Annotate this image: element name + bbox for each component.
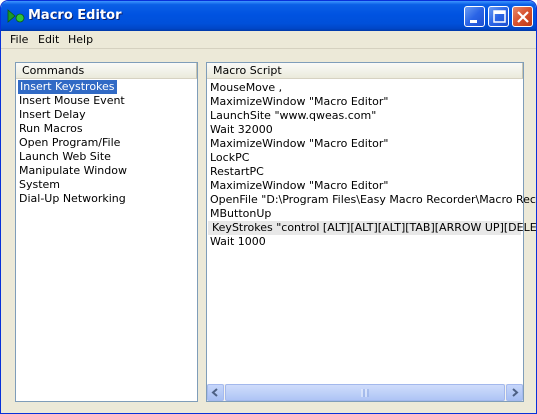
minimize-icon <box>470 20 477 23</box>
script-line[interactable]: Wait 1000 <box>210 235 266 249</box>
script-line[interactable]: RestartPC <box>210 165 264 179</box>
menu-help[interactable]: Help <box>68 33 93 46</box>
commands-panel: Commands Insert Keystrokes Insert Mouse … <box>15 62 198 402</box>
app-logo-icon <box>7 9 25 23</box>
script-line[interactable]: MButtonUp <box>210 207 271 221</box>
command-item-open-program-file[interactable]: Open Program/File <box>19 136 120 150</box>
chevron-right-icon <box>512 388 519 397</box>
macro-editor-window: Macro Editor File Edit Help Commands Ins… <box>0 0 537 414</box>
maximize-icon <box>493 10 506 23</box>
macro-script-header[interactable]: Macro Script <box>207 63 523 79</box>
command-item-insert-delay[interactable]: Insert Delay <box>19 108 86 122</box>
command-item-run-macros[interactable]: Run Macros <box>19 122 83 136</box>
script-line[interactable]: Wait 32000 <box>210 123 273 137</box>
grip-icon <box>361 389 369 397</box>
horizontal-scrollbar[interactable] <box>207 384 523 401</box>
command-item-launch-web-site[interactable]: Launch Web Site <box>19 150 111 164</box>
scroll-thumb[interactable] <box>225 384 505 401</box>
macro-script-panel: Macro Script MouseMove , MaximizeWindow … <box>206 62 536 402</box>
menu-bar: File Edit Help <box>1 31 536 49</box>
command-item-manipulate-window[interactable]: Manipulate Window <box>19 164 127 178</box>
window-title: Macro Editor <box>28 8 122 23</box>
title-bar[interactable]: Macro Editor <box>1 1 536 31</box>
commands-header[interactable]: Commands <box>16 63 197 79</box>
script-line[interactable]: MaximizeWindow "Macro Editor" <box>210 95 388 109</box>
script-line-highlighted[interactable]: KeyStrokes "control [ALT][ALT][ALT][TAB]… <box>208 221 536 235</box>
script-line[interactable]: MaximizeWindow "Macro Editor" <box>210 137 388 151</box>
close-icon <box>517 11 529 23</box>
scroll-left-button[interactable] <box>207 384 224 401</box>
menu-file[interactable]: File <box>10 33 28 46</box>
chevron-left-icon <box>211 388 218 397</box>
maximize-button[interactable] <box>488 6 509 27</box>
close-button[interactable] <box>512 6 533 27</box>
minimize-button[interactable] <box>464 6 485 27</box>
script-line[interactable]: LaunchSite "www.qweas.com" <box>210 109 376 123</box>
command-item-insert-mouse-event[interactable]: Insert Mouse Event <box>19 94 125 108</box>
script-line[interactable]: OpenFile "D:\Program Files\Easy Macro Re… <box>210 193 536 207</box>
script-line[interactable]: MouseMove , <box>210 81 282 95</box>
script-line[interactable]: MaximizeWindow "Macro Editor" <box>210 179 388 193</box>
menu-edit[interactable]: Edit <box>38 33 59 46</box>
command-item-dial-up-networking[interactable]: Dial-Up Networking <box>19 192 126 206</box>
command-item-insert-keystrokes[interactable]: Insert Keystrokes <box>18 80 117 94</box>
script-line[interactable]: LockPC <box>210 151 249 165</box>
scroll-right-button[interactable] <box>506 384 523 401</box>
command-item-system[interactable]: System <box>19 178 60 192</box>
